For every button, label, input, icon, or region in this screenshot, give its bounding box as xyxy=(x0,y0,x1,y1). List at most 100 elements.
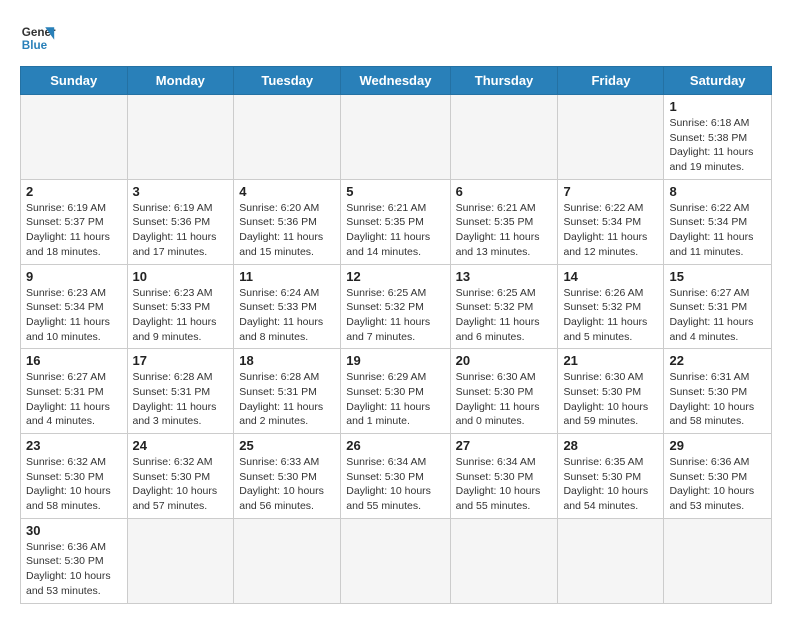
day-number: 11 xyxy=(239,269,335,284)
day-number: 3 xyxy=(133,184,229,199)
day-info: Sunrise: 6:35 AMSunset: 5:30 PMDaylight:… xyxy=(563,455,658,514)
day-number: 22 xyxy=(669,353,766,368)
calendar-day-cell: 1 Sunrise: 6:18 AMSunset: 5:38 PMDaylight… xyxy=(664,95,772,180)
day-info: Sunrise: 6:34 AMSunset: 5:30 PMDaylight:… xyxy=(456,455,553,514)
calendar-day-cell: 21 Sunrise: 6:30 AMSunset: 5:30 PMDayligh… xyxy=(558,349,664,434)
day-number: 28 xyxy=(563,438,658,453)
calendar-day-cell xyxy=(664,518,772,603)
calendar-day-cell: 24 Sunrise: 6:32 AMSunset: 5:30 PMDayligh… xyxy=(127,434,234,519)
calendar-week-row: 2Sunrise: 6:19 AMSunset: 5:37 PMDaylight… xyxy=(21,179,772,264)
day-number: 1 xyxy=(669,99,766,114)
calendar-day-cell xyxy=(21,95,128,180)
day-number: 27 xyxy=(456,438,553,453)
calendar-week-row: 9 Sunrise: 6:23 AMSunset: 5:34 PMDaylight… xyxy=(21,264,772,349)
calendar-day-cell: 22 Sunrise: 6:31 AMSunset: 5:30 PMDayligh… xyxy=(664,349,772,434)
calendar-week-row: 30 Sunrise: 6:36 AMSunset: 5:30 PMDayligh… xyxy=(21,518,772,603)
day-info: Sunrise: 6:33 AMSunset: 5:30 PMDaylight:… xyxy=(239,455,335,514)
day-info: Sunrise: 6:21 AMSunset: 5:35 PMDaylight:… xyxy=(456,201,553,260)
calendar-day-cell: 10Sunrise: 6:23 AMSunset: 5:33 PMDayligh… xyxy=(127,264,234,349)
day-info: Sunrise: 6:19 AMSunset: 5:36 PMDaylight:… xyxy=(133,201,229,260)
day-info: Sunrise: 6:34 AMSunset: 5:30 PMDaylight:… xyxy=(346,455,444,514)
calendar-day-cell: 13Sunrise: 6:25 AMSunset: 5:32 PMDayligh… xyxy=(450,264,558,349)
day-number: 8 xyxy=(669,184,766,199)
day-number: 15 xyxy=(669,269,766,284)
day-of-week-header: Friday xyxy=(558,67,664,95)
day-number: 5 xyxy=(346,184,444,199)
calendar-day-cell: 8 Sunrise: 6:22 AMSunset: 5:34 PMDaylight… xyxy=(664,179,772,264)
page-header: General Blue xyxy=(20,20,772,56)
calendar-day-cell: 14Sunrise: 6:26 AMSunset: 5:32 PMDayligh… xyxy=(558,264,664,349)
calendar-day-cell: 25 Sunrise: 6:33 AMSunset: 5:30 PMDayligh… xyxy=(234,434,341,519)
day-info: Sunrise: 6:29 AMSunset: 5:30 PMDaylight:… xyxy=(346,370,444,429)
day-number: 20 xyxy=(456,353,553,368)
logo-icon: General Blue xyxy=(20,20,56,56)
day-info: Sunrise: 6:30 AMSunset: 5:30 PMDaylight:… xyxy=(563,370,658,429)
day-number: 25 xyxy=(239,438,335,453)
day-info: Sunrise: 6:28 AMSunset: 5:31 PMDaylight:… xyxy=(133,370,229,429)
calendar-day-cell xyxy=(558,518,664,603)
day-of-week-header: Sunday xyxy=(21,67,128,95)
calendar-day-cell: 7 Sunrise: 6:22 AMSunset: 5:34 PMDaylight… xyxy=(558,179,664,264)
calendar-day-cell xyxy=(450,518,558,603)
day-number: 12 xyxy=(346,269,444,284)
day-of-week-header: Tuesday xyxy=(234,67,341,95)
day-number: 10 xyxy=(133,269,229,284)
calendar-day-cell: 6 Sunrise: 6:21 AMSunset: 5:35 PMDaylight… xyxy=(450,179,558,264)
day-info: Sunrise: 6:22 AMSunset: 5:34 PMDaylight:… xyxy=(563,201,658,260)
day-number: 26 xyxy=(346,438,444,453)
day-info: Sunrise: 6:25 AMSunset: 5:32 PMDaylight:… xyxy=(346,286,444,345)
calendar-day-cell: 27 Sunrise: 6:34 AMSunset: 5:30 PMDayligh… xyxy=(450,434,558,519)
day-info: Sunrise: 6:27 AMSunset: 5:31 PMDaylight:… xyxy=(669,286,766,345)
svg-text:Blue: Blue xyxy=(22,39,48,52)
day-number: 18 xyxy=(239,353,335,368)
day-number: 7 xyxy=(563,184,658,199)
calendar-day-cell: 9 Sunrise: 6:23 AMSunset: 5:34 PMDaylight… xyxy=(21,264,128,349)
calendar-day-cell: 16 Sunrise: 6:27 AMSunset: 5:31 PMDayligh… xyxy=(21,349,128,434)
calendar-day-cell xyxy=(234,518,341,603)
calendar-day-cell: 18 Sunrise: 6:28 AMSunset: 5:31 PMDayligh… xyxy=(234,349,341,434)
day-number: 17 xyxy=(133,353,229,368)
calendar-week-row: 16 Sunrise: 6:27 AMSunset: 5:31 PMDayligh… xyxy=(21,349,772,434)
calendar-day-cell xyxy=(341,518,450,603)
calendar-day-cell: 29Sunrise: 6:36 AMSunset: 5:30 PMDayligh… xyxy=(664,434,772,519)
day-info: Sunrise: 6:31 AMSunset: 5:30 PMDaylight:… xyxy=(669,370,766,429)
calendar-day-cell: 30 Sunrise: 6:36 AMSunset: 5:30 PMDayligh… xyxy=(21,518,128,603)
logo: General Blue xyxy=(20,20,56,56)
day-info: Sunrise: 6:18 AMSunset: 5:38 PMDaylight:… xyxy=(669,116,766,175)
day-number: 24 xyxy=(133,438,229,453)
calendar-day-cell xyxy=(450,95,558,180)
day-number: 30 xyxy=(26,523,122,538)
calendar-day-cell xyxy=(127,518,234,603)
day-number: 21 xyxy=(563,353,658,368)
day-of-week-header: Saturday xyxy=(664,67,772,95)
day-number: 16 xyxy=(26,353,122,368)
day-number: 6 xyxy=(456,184,553,199)
calendar-day-cell xyxy=(341,95,450,180)
day-info: Sunrise: 6:21 AMSunset: 5:35 PMDaylight:… xyxy=(346,201,444,260)
day-info: Sunrise: 6:32 AMSunset: 5:30 PMDaylight:… xyxy=(133,455,229,514)
calendar-day-cell: 23 Sunrise: 6:32 AMSunset: 5:30 PMDayligh… xyxy=(21,434,128,519)
day-info: Sunrise: 6:27 AMSunset: 5:31 PMDaylight:… xyxy=(26,370,122,429)
calendar-day-cell: 5 Sunrise: 6:21 AMSunset: 5:35 PMDaylight… xyxy=(341,179,450,264)
day-number: 9 xyxy=(26,269,122,284)
day-info: Sunrise: 6:28 AMSunset: 5:31 PMDaylight:… xyxy=(239,370,335,429)
day-info: Sunrise: 6:23 AMSunset: 5:34 PMDaylight:… xyxy=(26,286,122,345)
calendar-day-cell: 2Sunrise: 6:19 AMSunset: 5:37 PMDaylight… xyxy=(21,179,128,264)
day-info: Sunrise: 6:20 AMSunset: 5:36 PMDaylight:… xyxy=(239,201,335,260)
calendar-day-cell: 26 Sunrise: 6:34 AMSunset: 5:30 PMDayligh… xyxy=(341,434,450,519)
day-info: Sunrise: 6:32 AMSunset: 5:30 PMDaylight:… xyxy=(26,455,122,514)
calendar-day-cell: 11Sunrise: 6:24 AMSunset: 5:33 PMDayligh… xyxy=(234,264,341,349)
calendar-day-cell: 19Sunrise: 6:29 AMSunset: 5:30 PMDayligh… xyxy=(341,349,450,434)
day-number: 2 xyxy=(26,184,122,199)
day-number: 4 xyxy=(239,184,335,199)
calendar-day-cell: 20 Sunrise: 6:30 AMSunset: 5:30 PMDayligh… xyxy=(450,349,558,434)
calendar-table: SundayMondayTuesdayWednesdayThursdayFrid… xyxy=(20,66,772,604)
calendar-day-cell: 4 Sunrise: 6:20 AMSunset: 5:36 PMDaylight… xyxy=(234,179,341,264)
day-info: Sunrise: 6:30 AMSunset: 5:30 PMDaylight:… xyxy=(456,370,553,429)
day-info: Sunrise: 6:22 AMSunset: 5:34 PMDaylight:… xyxy=(669,201,766,260)
day-number: 23 xyxy=(26,438,122,453)
calendar-week-row: 1 Sunrise: 6:18 AMSunset: 5:38 PMDaylight… xyxy=(21,95,772,180)
calendar-day-cell: 28 Sunrise: 6:35 AMSunset: 5:30 PMDayligh… xyxy=(558,434,664,519)
day-info: Sunrise: 6:36 AMSunset: 5:30 PMDaylight:… xyxy=(26,540,122,599)
day-info: Sunrise: 6:25 AMSunset: 5:32 PMDaylight:… xyxy=(456,286,553,345)
